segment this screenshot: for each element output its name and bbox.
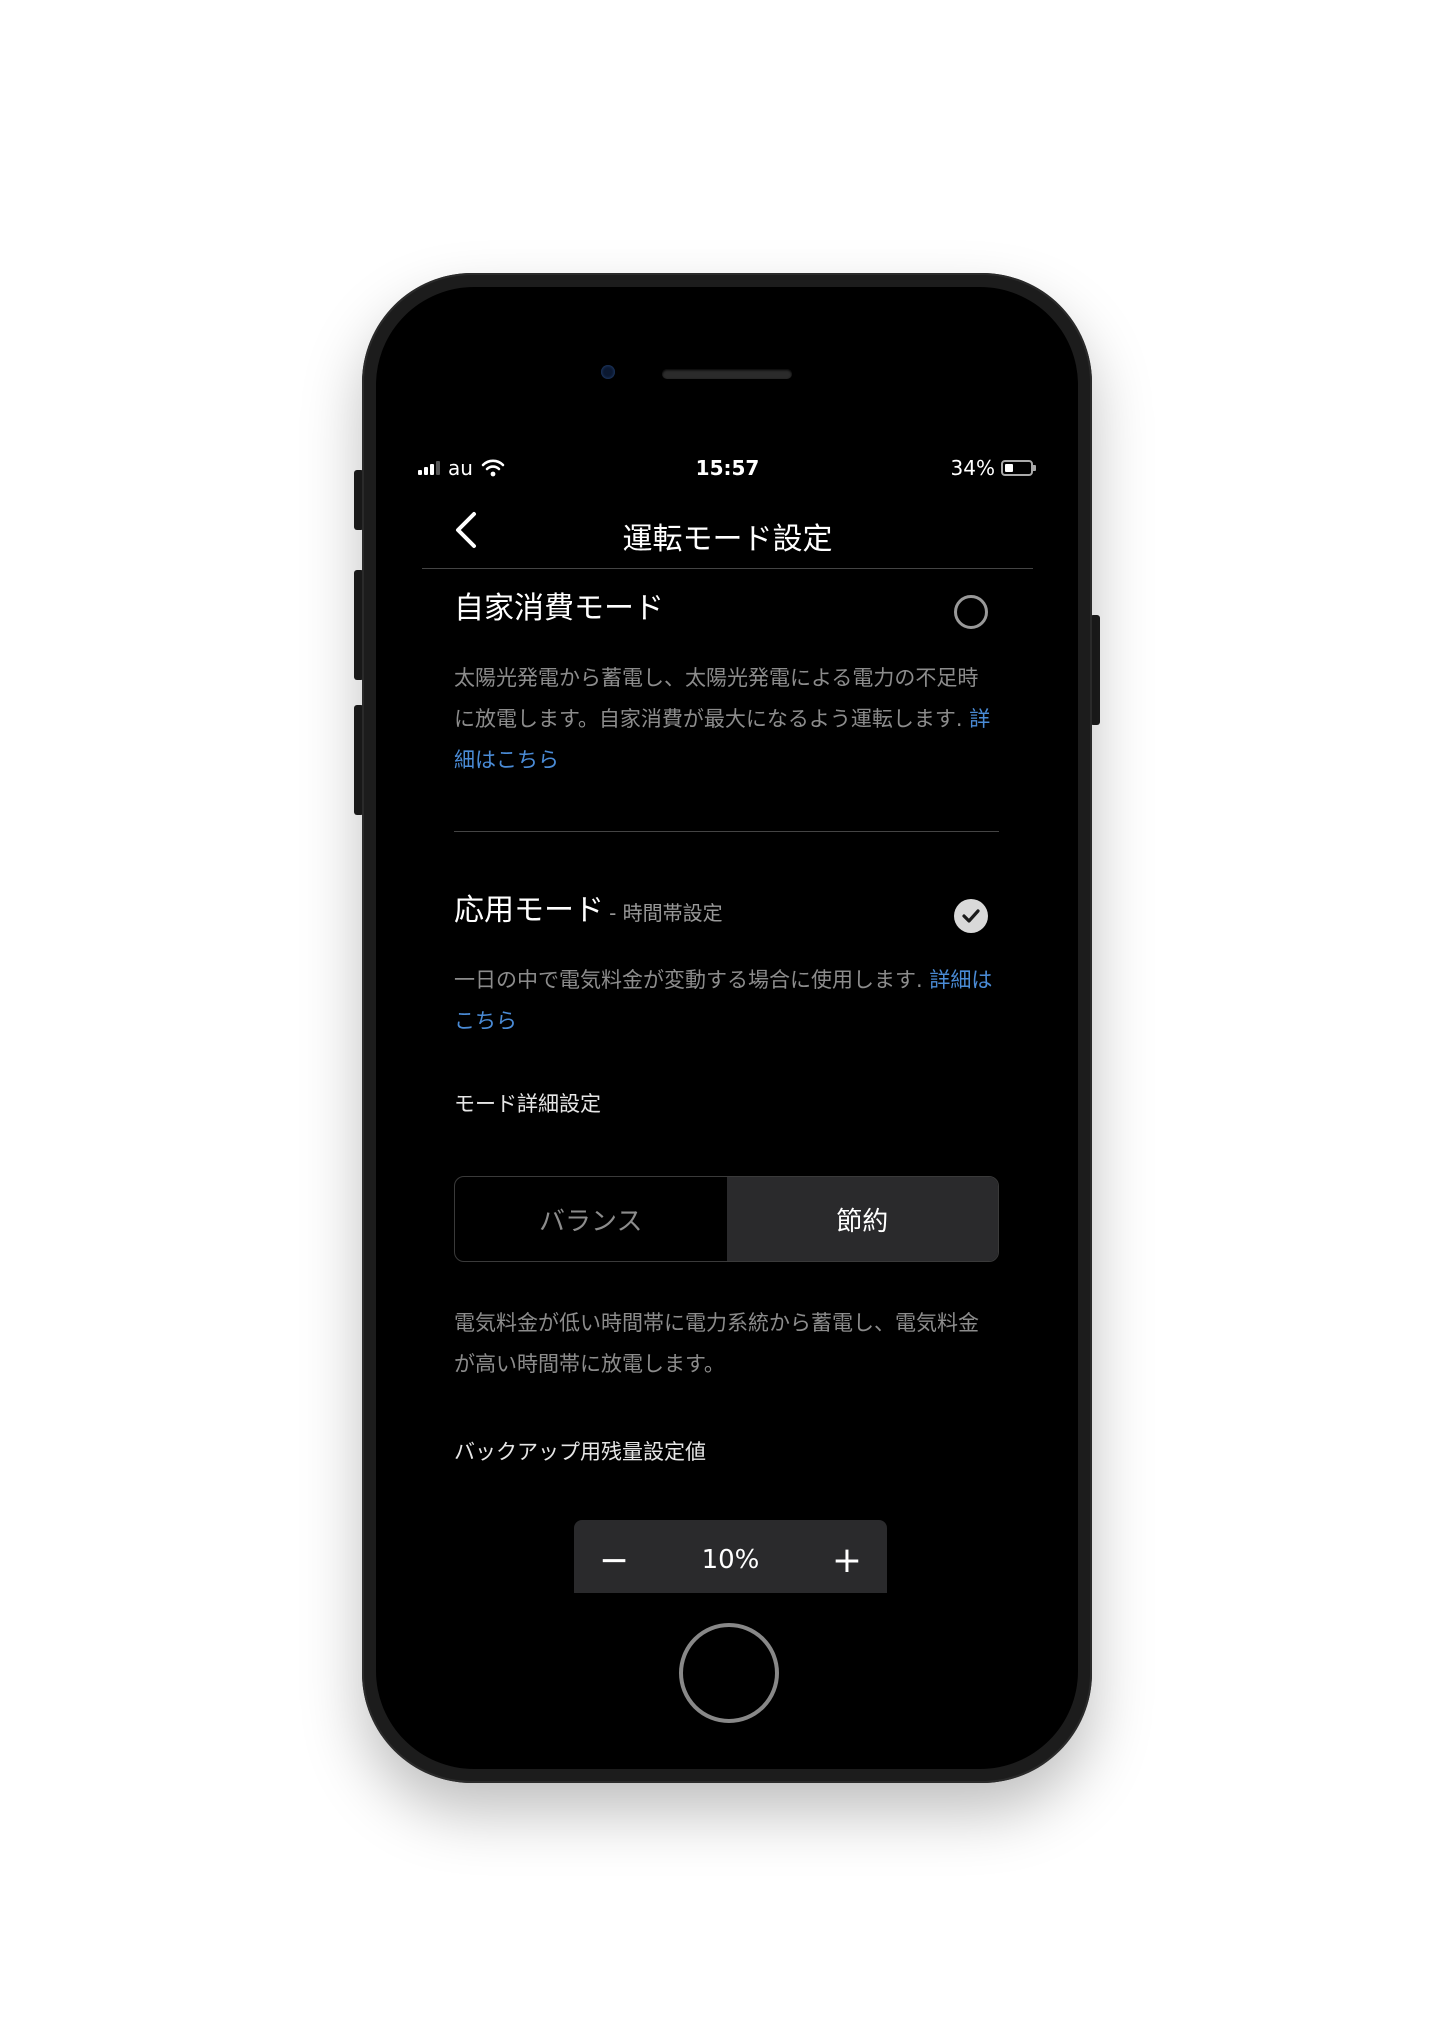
segment-balance[interactable]: バランス [455, 1177, 727, 1261]
decrement-button[interactable]: − [574, 1520, 654, 1593]
self-consumption-radio[interactable] [954, 595, 988, 629]
self-consumption-description: 太陽光発電から蓄電し、太陽光発電による電力の不足時に放電します。自家消費が最大に… [454, 658, 999, 781]
backup-level-label: バックアップ用残量設定値 [454, 1440, 706, 1464]
battery-tip [1033, 465, 1036, 471]
applied-mode-subtitle: - 時間帯設定 [609, 901, 723, 925]
increment-button[interactable]: + [807, 1520, 887, 1593]
applied-mode-description: 一日の中で電気料金が変動する場合に使用します. 詳細はこちら [454, 960, 999, 1042]
stage: au 15:57 34% 運転モード設定 自家消費モード 太陽光発電から蓄電し、… [0, 0, 1445, 2044]
battery-percent: 34% [950, 456, 995, 480]
self-consumption-mode-option[interactable]: 自家消費モード [454, 583, 999, 643]
applied-mode-description-text: 一日の中で電気料金が変動する場合に使用します. [454, 968, 923, 992]
status-time: 15:57 [695, 456, 760, 480]
section-divider [454, 831, 999, 832]
status-right: 34% [950, 456, 1036, 480]
mode-detail-description: 電気料金が低い時間帯に電力系統から蓄電し、電気料金が高い時間帯に放電します。 [454, 1311, 979, 1376]
battery-icon [1001, 460, 1036, 476]
self-consumption-mode-title: 自家消費モード [454, 591, 664, 626]
checkmark-icon [962, 909, 980, 923]
battery-fill [1005, 464, 1013, 472]
page-title: 運転モード設定 [622, 522, 833, 557]
applied-mode-option[interactable]: 応用モード - 時間帯設定 [454, 885, 999, 945]
screen: au 15:57 34% 運転モード設定 自家消費モード 太陽光発電から蓄電し、… [412, 448, 1043, 1593]
nav-bar: 運転モード設定 [422, 498, 1033, 569]
segment-saving[interactable]: 節約 [726, 1177, 998, 1261]
self-consumption-description-text: 太陽光発電から蓄電し、太陽光発電による電力の不足時に放電します。自家消費が最大に… [454, 666, 979, 731]
mode-detail-segmented-control: バランス 節約 [454, 1176, 999, 1262]
applied-mode-title: 応用モード [454, 893, 604, 928]
status-bar: au 15:57 34% [412, 448, 1043, 488]
backup-level-value: 10% [701, 1545, 760, 1575]
applied-mode-radio[interactable] [954, 899, 988, 933]
backup-level-stepper: − 10% + [574, 1520, 887, 1593]
earpiece-speaker [662, 369, 792, 379]
front-camera [601, 365, 615, 379]
home-button[interactable] [679, 1623, 779, 1723]
mode-detail-label: モード詳細設定 [454, 1092, 601, 1116]
